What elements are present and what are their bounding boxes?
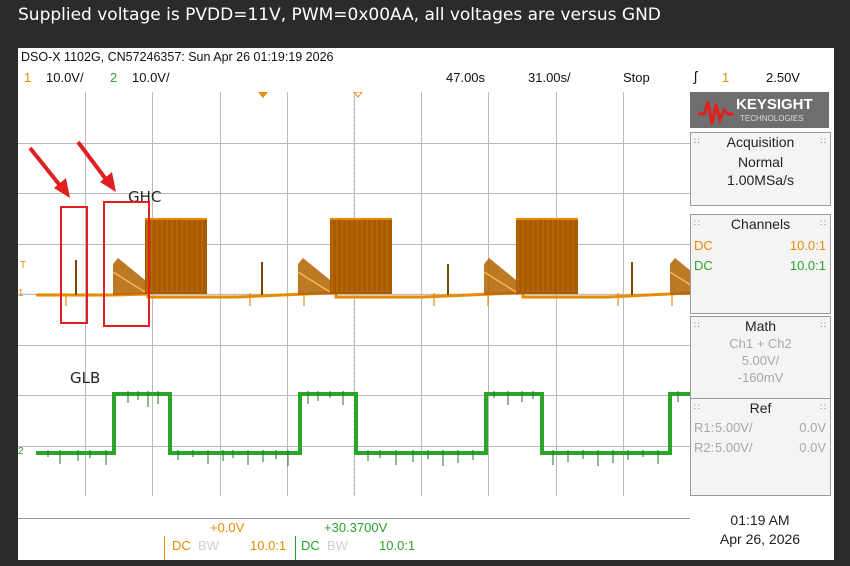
ch1-burst	[516, 218, 578, 294]
ch1-bottom-probe: 10.0:1	[250, 538, 287, 553]
model-info: DSO-X 1102G, CN57246357: Sun Apr 26 01:1…	[21, 50, 334, 64]
brand-name: KEYSIGHT	[736, 96, 813, 113]
ref-title: Ref	[749, 400, 772, 416]
ch1-burst	[330, 218, 392, 294]
ch1-bw-limit: BW	[198, 538, 219, 553]
math-scale: 5.00V/	[741, 353, 780, 368]
keysight-logo: KEYSIGHT TECHNOLOGIES	[690, 92, 829, 128]
horizontal-delay[interactable]: 47.00s	[446, 70, 485, 85]
grip-icon: ∷	[694, 320, 700, 330]
trigger-channel[interactable]: 1	[722, 70, 729, 85]
ch1-coupling: DC	[694, 238, 713, 253]
grip-icon: ∷	[820, 218, 826, 228]
ch2-probe: 10.0:1	[789, 258, 826, 273]
ref2-scale: 5.00V/	[715, 440, 753, 455]
caption-text: Supplied voltage is PVDD=11V, PWM=0x00AA…	[18, 5, 661, 25]
math-expression: Ch1 + Ch2	[729, 336, 792, 351]
grip-icon: ∷	[820, 320, 826, 330]
ch2-number[interactable]: 2	[110, 70, 117, 85]
math-section[interactable]: ∷ ∷ Math Ch1 + Ch2 5.00V/ -160mV	[690, 316, 831, 400]
brand-subtitle: TECHNOLOGIES	[740, 114, 804, 123]
trigger-edge-icon: ʃ	[694, 68, 698, 84]
clock-date: Apr 26, 2026	[719, 531, 801, 547]
grip-icon: ∷	[820, 402, 826, 412]
ch2-ground-marker[interactable]: 2	[18, 446, 24, 457]
ref1-offset: 0.0V	[799, 420, 826, 435]
clock-time: 01:19 AM	[730, 512, 790, 528]
math-title: Math	[744, 318, 777, 334]
ch1-bottom-coupling: DC	[172, 538, 191, 553]
ref-section[interactable]: ∷ ∷ Ref R1: 5.00V/ 0.0V R2: 5.00V/ 0.0V	[690, 398, 831, 496]
side-panel: KEYSIGHT TECHNOLOGIES ∷ ∷ Acquisition No…	[690, 92, 831, 496]
timebase-scale[interactable]: 31.00s/	[528, 70, 571, 85]
sample-rate: 1.00MSa/s	[727, 172, 794, 188]
ch2-bottom-probe: 10.0:1	[379, 538, 416, 553]
run-state[interactable]: Stop	[623, 70, 650, 85]
ghc-label: GHC	[128, 188, 161, 206]
math-offset: -160mV	[737, 370, 784, 385]
clock: 01:19 AM Apr 26, 2026	[690, 512, 830, 547]
glb-label: GLB	[70, 369, 100, 387]
keysight-wave-icon	[698, 101, 734, 125]
ch2-offset[interactable]: +30.3700V	[324, 520, 387, 535]
acquisition-section[interactable]: ∷ ∷ Acquisition Normal 1.00MSa/s	[690, 132, 831, 206]
ch2-scale[interactable]: 10.0V/	[132, 70, 170, 85]
ref2-offset: 0.0V	[799, 440, 826, 455]
trigger-level[interactable]: 2.50V	[766, 70, 800, 85]
ch1-burst	[145, 218, 207, 294]
ch1-offset[interactable]: +0.0V	[210, 520, 244, 535]
ch1-scale[interactable]: 10.0V/	[46, 70, 84, 85]
channels-title: Channels	[730, 216, 791, 232]
acquisition-mode: Normal	[737, 154, 784, 170]
ch1-number[interactable]: 1	[24, 70, 31, 85]
ch2-bw-limit: BW	[327, 538, 348, 553]
ch1-ground-marker[interactable]: 1	[18, 288, 24, 299]
acquisition-title: Acquisition	[726, 134, 795, 150]
channels-section[interactable]: ∷ ∷ Channels DC 10.0:1 DC 10.0:1	[690, 214, 831, 314]
channel-status-bar: +0.0V +30.3700V DC BW 10.0:1 DC BW 10.0:…	[18, 518, 690, 560]
ref2-label: R2:	[694, 440, 715, 455]
grip-icon: ∷	[694, 136, 700, 146]
ref1-label: R1:	[694, 420, 715, 435]
oscilloscope-screen: DSO-X 1102G, CN57246357: Sun Apr 26 01:1…	[18, 48, 834, 560]
ch2-coupling: DC	[694, 258, 713, 273]
grip-icon: ∷	[820, 136, 826, 146]
waveform-display[interactable]: T 1 2 GHC GLB	[18, 92, 690, 496]
grip-icon: ∷	[694, 402, 700, 412]
grip-icon: ∷	[694, 218, 700, 228]
ref1-scale: 5.00V/	[715, 420, 753, 435]
ch1-probe: 10.0:1	[789, 238, 826, 253]
trigger-level-marker[interactable]: T	[20, 260, 26, 271]
ch2-bottom-coupling: DC	[301, 538, 320, 553]
